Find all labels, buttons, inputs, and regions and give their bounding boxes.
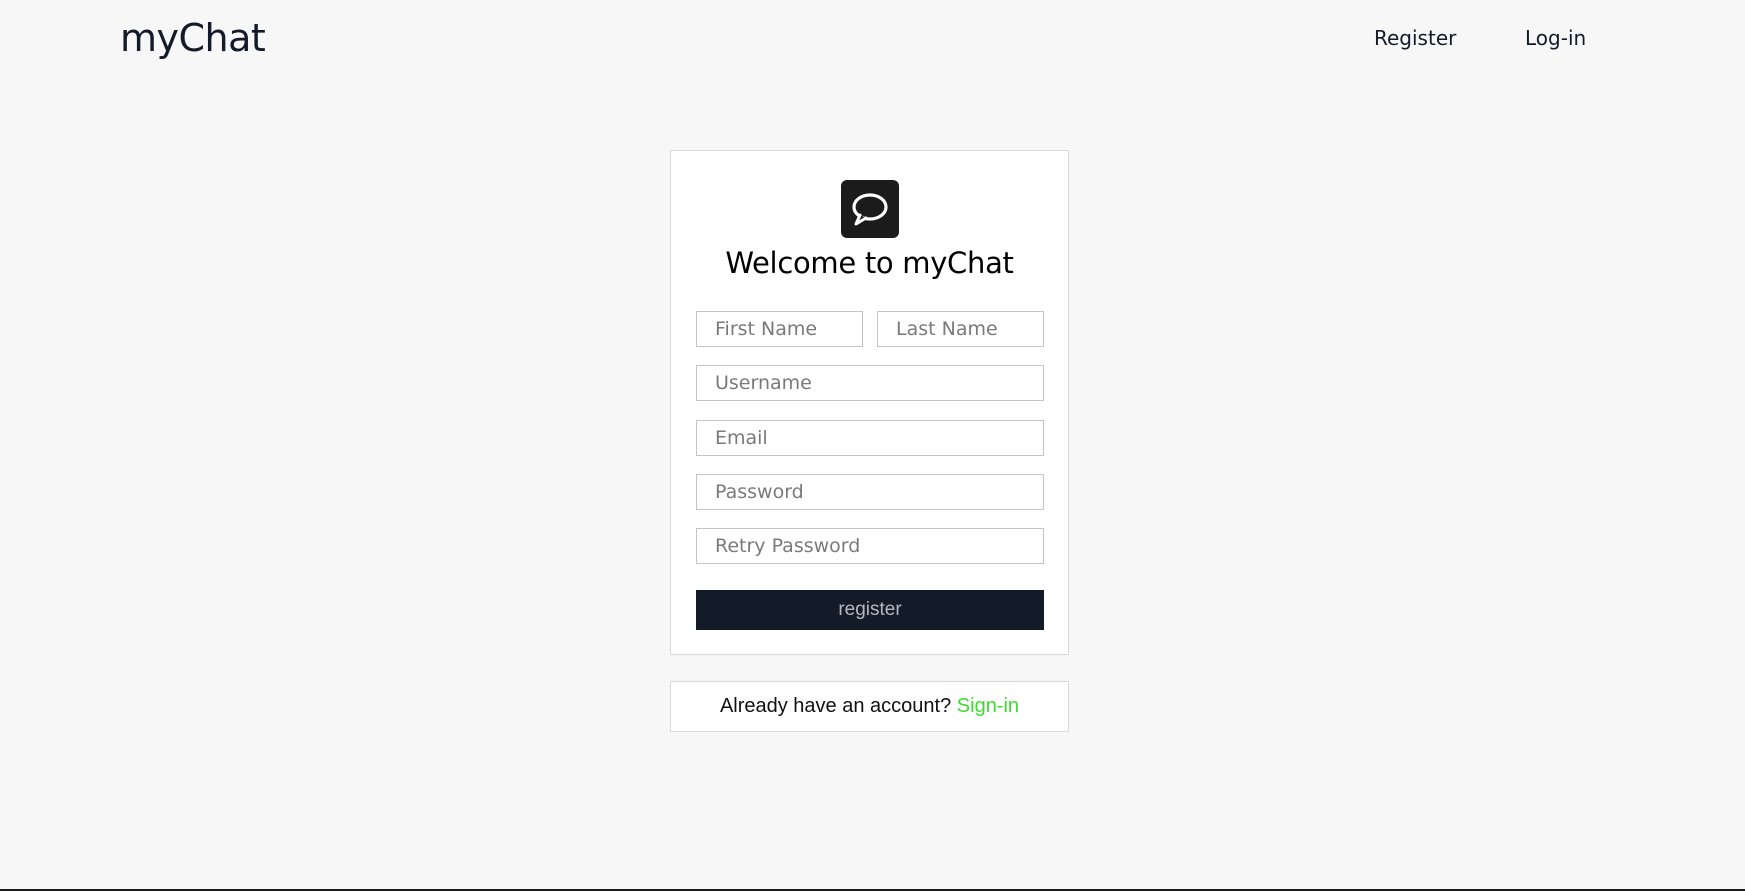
username-input[interactable] [696, 365, 1044, 401]
retry-password-input[interactable] [696, 528, 1044, 564]
signin-prompt-box: Already have an account? Sign-in [670, 681, 1069, 732]
password-input[interactable] [696, 474, 1044, 510]
chat-bubble-icon [841, 180, 899, 238]
form-title: Welcome to myChat [725, 246, 1014, 280]
register-card: Welcome to myChat register [670, 150, 1069, 655]
first-name-input[interactable] [696, 311, 863, 347]
nav-login-link[interactable]: Log-in [1525, 22, 1586, 54]
brand-logo-text[interactable]: myChat [120, 12, 266, 64]
signin-prompt-text: Already have an account? [719, 695, 952, 717]
last-name-input[interactable] [877, 311, 1044, 347]
email-input[interactable] [696, 420, 1044, 456]
nav-register-link[interactable]: Register [1374, 22, 1456, 54]
signin-link[interactable]: Sign-in [957, 695, 1019, 717]
register-button[interactable]: register [696, 590, 1044, 630]
